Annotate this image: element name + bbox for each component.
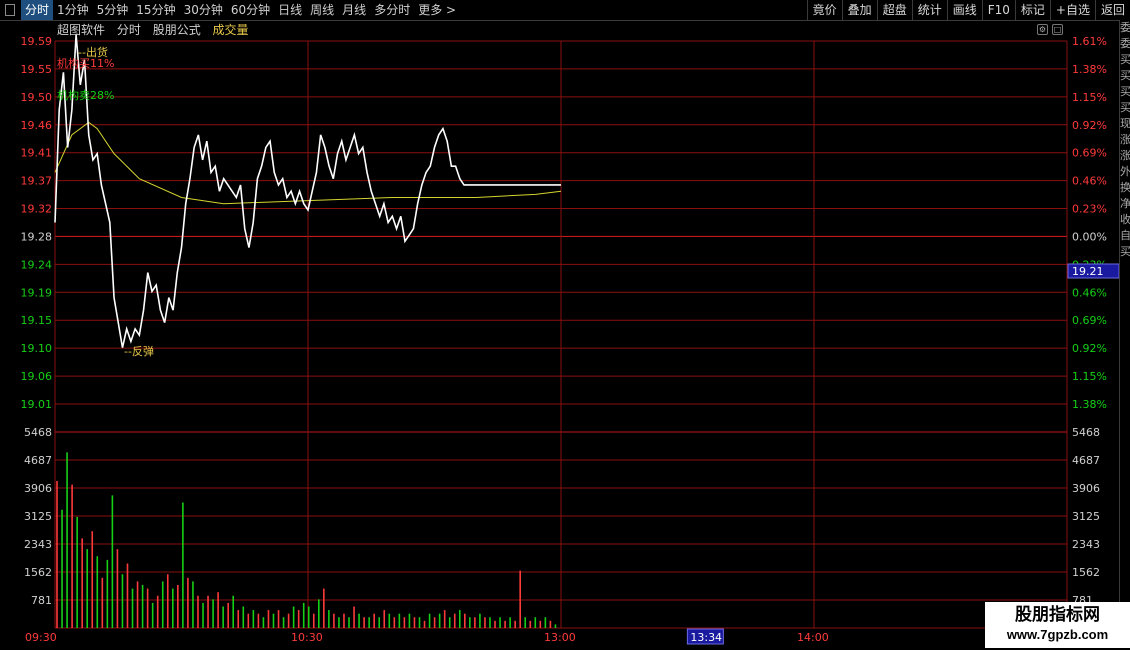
- volume-tick-label: 1562: [24, 566, 52, 579]
- side-panel-label: 买: [1120, 85, 1130, 98]
- price-tick-label: 19.06: [21, 370, 53, 383]
- percent-tick-label: 0.92%: [1072, 119, 1107, 132]
- watermark: 股朋指标网 www.7gpzb.com: [985, 602, 1130, 648]
- price-tick-label: 19.50: [21, 91, 53, 104]
- side-panel-label: 收: [1120, 213, 1130, 226]
- price-tick-label: 19.37: [21, 175, 53, 188]
- side-panel-label: 自: [1120, 229, 1130, 242]
- current-price-tag: 19.21: [1072, 265, 1104, 278]
- volume-tick-label: 3906: [24, 482, 52, 495]
- time-tick-label: 14:00: [797, 631, 829, 644]
- volume-tick-label-right: 2343: [1072, 538, 1100, 551]
- intraday-chart[interactable]: 19.59 1.61% 19.55 1.38% 19.50 1.15% 19.46 0.92%…: [0, 0, 1119, 650]
- side-panel-label: 净: [1120, 197, 1130, 210]
- price-tick-label: 19.24: [21, 258, 53, 271]
- side-panel-label: 外: [1120, 165, 1130, 178]
- side-panel-label: 涨: [1120, 133, 1130, 146]
- volume-tick-label-right: 3906: [1072, 482, 1100, 495]
- price-tick-label: 19.32: [21, 203, 53, 216]
- price-tick-label: 19.19: [21, 286, 53, 299]
- time-tick-label: 09:30: [25, 631, 57, 644]
- percent-tick-label: 0.46%: [1072, 175, 1107, 188]
- volume-tick-label-right: 3125: [1072, 510, 1100, 523]
- price-tick-label: 19.28: [21, 230, 53, 243]
- percent-tick-label: 0.00%: [1072, 230, 1107, 243]
- side-panel-label: 买: [1120, 101, 1130, 114]
- annotation-sell-pct: 机构卖28%: [57, 88, 114, 102]
- percent-tick-label: 1.38%: [1072, 398, 1107, 411]
- price-tick-label: 19.46: [21, 119, 53, 132]
- volume-tick-label-right: 5468: [1072, 426, 1100, 439]
- volume-tick-label-right: 1562: [1072, 566, 1100, 579]
- percent-tick-label: 0.92%: [1072, 342, 1107, 355]
- time-tick-label: 10:30: [291, 631, 323, 644]
- price-tick-label: 19.41: [21, 147, 53, 160]
- side-panel-label: 委: [1120, 21, 1130, 34]
- quote-side-panel: 委委买买买买现涨涨外换净收自买: [1119, 20, 1130, 630]
- volume-tick-label: 4687: [24, 454, 52, 467]
- volume-tick-label: 2343: [24, 538, 52, 551]
- percent-tick-label: 0.46%: [1072, 286, 1107, 299]
- percent-tick-label: 0.69%: [1072, 314, 1107, 327]
- side-panel-label: 换: [1120, 181, 1130, 194]
- watermark-title: 股朋指标网: [1015, 605, 1100, 624]
- side-panel-label: 买: [1120, 245, 1130, 258]
- percent-tick-label: 0.69%: [1072, 147, 1107, 160]
- annotation-rebound: --反弹: [124, 344, 154, 358]
- price-tick-label: 19.15: [21, 314, 53, 327]
- watermark-url: www.7gpzb.com: [1006, 627, 1109, 642]
- volume-tick-label-right: 4687: [1072, 454, 1100, 467]
- price-tick-label: 19.10: [21, 342, 53, 355]
- price-tick-label: 19.55: [21, 63, 53, 76]
- annotation-buy-pct: 机构买11%: [57, 56, 114, 70]
- time-tick-label: 13:00: [544, 631, 576, 644]
- side-panel-label: 买: [1120, 69, 1130, 82]
- cursor-time-label: 13:34: [690, 631, 722, 644]
- percent-tick-label: 1.15%: [1072, 370, 1107, 383]
- side-panel-label: 委: [1120, 37, 1130, 50]
- price-tick-label: 19.59: [21, 35, 53, 48]
- side-panel-label: 现: [1120, 117, 1130, 130]
- volume-tick-label: 781: [31, 594, 52, 607]
- side-panel-label: 涨: [1120, 149, 1130, 162]
- volume-tick-label: 5468: [24, 426, 52, 439]
- percent-tick-label: 1.61%: [1072, 35, 1107, 48]
- side-panel-label: 买: [1120, 53, 1130, 66]
- percent-tick-label: 1.15%: [1072, 91, 1107, 104]
- percent-tick-label: 1.38%: [1072, 63, 1107, 76]
- percent-tick-label: 0.23%: [1072, 203, 1107, 216]
- volume-tick-label: 3125: [24, 510, 52, 523]
- price-tick-label: 19.01: [21, 398, 53, 411]
